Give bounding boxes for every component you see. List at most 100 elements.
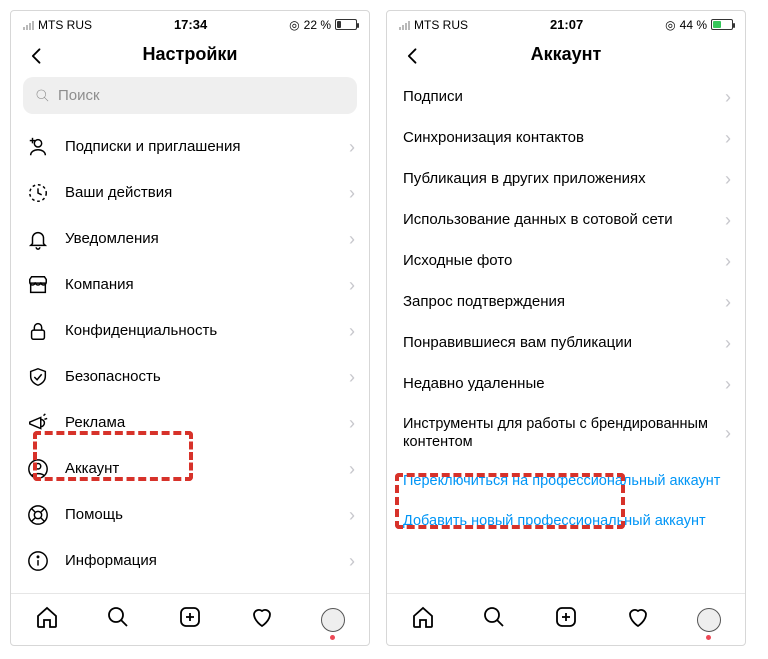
chevron-right-icon: › — [349, 413, 355, 434]
chevron-right-icon: › — [349, 183, 355, 204]
heart-icon — [626, 605, 650, 629]
chevron-right-icon: › — [725, 374, 731, 395]
nav-activity[interactable] — [626, 605, 650, 634]
row-recently-deleted[interactable]: Недавно удаленные› — [387, 364, 745, 405]
battery-icon — [335, 19, 357, 30]
chevron-left-icon — [27, 46, 47, 66]
chevron-right-icon: › — [349, 275, 355, 296]
chevron-right-icon: › — [349, 505, 355, 526]
row-request-verification[interactable]: Запрос подтверждения› — [387, 282, 745, 323]
lifebuoy-icon — [25, 504, 51, 526]
chevron-right-icon: › — [725, 292, 731, 313]
row-activity[interactable]: Ваши действия › — [11, 170, 369, 216]
row-branded-content[interactable]: Инструменты для работы с брендированным … — [387, 405, 745, 461]
lock-icon — [25, 320, 51, 342]
row-original-photos[interactable]: Исходные фото› — [387, 241, 745, 282]
chevron-right-icon: › — [725, 251, 731, 272]
carrier-label: MTS RUS — [414, 18, 468, 32]
info-icon — [25, 550, 51, 572]
activity-icon — [25, 182, 51, 204]
user-circle-icon — [25, 458, 51, 480]
chevron-right-icon: › — [349, 321, 355, 342]
row-cellular-data[interactable]: Использование данных в сотовой сети› — [387, 200, 745, 241]
nav-activity[interactable] — [250, 605, 274, 634]
battery-pct: 22 % — [304, 18, 331, 32]
home-icon — [35, 605, 59, 629]
chevron-right-icon: › — [725, 169, 731, 190]
home-icon — [411, 605, 435, 629]
back-button[interactable] — [21, 42, 53, 74]
search-icon — [482, 605, 506, 629]
bottom-nav — [387, 593, 745, 645]
battery-icon — [711, 19, 733, 30]
search-placeholder: Поиск — [58, 87, 100, 104]
row-share-other-apps[interactable]: Публикация в других приложениях› — [387, 159, 745, 200]
chevron-right-icon: › — [725, 87, 731, 108]
plus-square-icon — [178, 605, 202, 629]
nav-header: Аккаунт — [387, 36, 745, 77]
status-time: 21:07 — [550, 17, 583, 32]
row-help[interactable]: Помощь › — [11, 492, 369, 538]
header-title: Настройки — [143, 44, 238, 65]
row-label: Информация — [65, 552, 341, 571]
row-follow-invite[interactable]: Подписки и приглашения › — [11, 124, 369, 170]
ring-mode-icon: ◎ — [289, 18, 299, 32]
signal-icon — [399, 20, 410, 30]
search-icon — [35, 88, 50, 103]
nav-home[interactable] — [411, 605, 435, 634]
row-label: Реклама — [65, 414, 341, 433]
row-label: Ваши действия — [65, 184, 341, 203]
chevron-right-icon: › — [725, 210, 731, 231]
chevron-left-icon — [403, 46, 423, 66]
row-add-professional[interactable]: Добавить новый профессиональный аккаунт — [387, 501, 745, 541]
row-captions[interactable]: Подписи› — [387, 77, 745, 118]
nav-search[interactable] — [482, 605, 506, 634]
nav-profile[interactable] — [697, 608, 721, 632]
back-button[interactable] — [397, 42, 429, 74]
row-liked-posts[interactable]: Понравившиеся вам публикации› — [387, 323, 745, 364]
heart-icon — [250, 605, 274, 629]
row-label: Подписки и приглашения — [65, 138, 341, 157]
search-input[interactable]: Поиск — [23, 77, 357, 114]
nav-search[interactable] — [106, 605, 130, 634]
status-bar: MTS RUS 17:34 ◎ 22 % — [11, 11, 369, 36]
chevron-right-icon: › — [725, 423, 731, 444]
megaphone-icon — [25, 412, 51, 434]
chevron-right-icon: › — [349, 137, 355, 158]
bell-icon — [25, 228, 51, 250]
row-security[interactable]: Безопасность › — [11, 354, 369, 400]
row-account[interactable]: Аккаунт › — [11, 446, 369, 492]
chevron-right-icon: › — [349, 459, 355, 480]
row-ads[interactable]: Реклама › — [11, 400, 369, 446]
nav-profile[interactable] — [321, 608, 345, 632]
signal-icon — [23, 20, 34, 30]
status-bar: MTS RUS 21:07 ◎ 44 % — [387, 11, 745, 36]
row-about[interactable]: Информация › — [11, 538, 369, 584]
ring-mode-icon: ◎ — [665, 18, 675, 32]
notification-dot — [706, 635, 711, 640]
battery-pct: 44 % — [680, 18, 707, 32]
row-contacts-sync[interactable]: Синхронизация контактов› — [387, 118, 745, 159]
row-label: Помощь — [65, 506, 341, 525]
row-notifications[interactable]: Уведомления › — [11, 216, 369, 262]
status-time: 17:34 — [174, 17, 207, 32]
row-switch-professional[interactable]: Переключиться на профессиональный аккаун… — [387, 461, 745, 501]
person-add-icon — [25, 136, 51, 158]
nav-home[interactable] — [35, 605, 59, 634]
row-label: Компания — [65, 276, 341, 295]
phone-account: MTS RUS 21:07 ◎ 44 % Аккаунт Подписи› Си… — [386, 10, 746, 646]
nav-create[interactable] — [554, 605, 578, 634]
plus-square-icon — [554, 605, 578, 629]
chevron-right-icon: › — [349, 367, 355, 388]
nav-header: Настройки — [11, 36, 369, 77]
phone-settings: MTS RUS 17:34 ◎ 22 % Настройки Поиск Под… — [10, 10, 370, 646]
chevron-right-icon: › — [349, 229, 355, 250]
chevron-right-icon: › — [725, 333, 731, 354]
row-privacy[interactable]: Конфиденциальность › — [11, 308, 369, 354]
account-list: Подписи› Синхронизация контактов› Публик… — [387, 77, 745, 593]
nav-create[interactable] — [178, 605, 202, 634]
settings-list: Подписки и приглашения › Ваши действия ›… — [11, 124, 369, 593]
carrier-label: MTS RUS — [38, 18, 92, 32]
header-title: Аккаунт — [531, 44, 602, 65]
row-business[interactable]: Компания › — [11, 262, 369, 308]
